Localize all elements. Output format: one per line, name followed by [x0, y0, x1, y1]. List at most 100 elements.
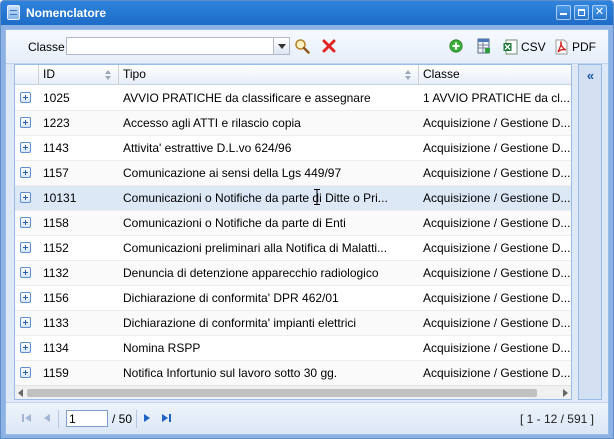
minimize-button[interactable] — [556, 5, 571, 20]
maximize-button[interactable] — [574, 5, 589, 20]
row-expander-plus-icon[interactable] — [20, 192, 31, 203]
window-title: Nomenclatore — [26, 6, 107, 20]
export-csv-button[interactable]: CSV — [503, 38, 546, 56]
columns-grid-icon[interactable] — [477, 38, 491, 54]
row-expander-plus-icon[interactable] — [20, 217, 31, 228]
nomenclatore-grid: ID Tipo Classe 1025 AVVIO PRATICHE da cl… — [14, 64, 572, 400]
cell-id: 1133 — [43, 316, 69, 330]
scrollbar-thumb[interactable] — [27, 389, 537, 397]
column-header-classe-label: Classe — [423, 67, 460, 81]
cell-id: 1134 — [43, 341, 69, 355]
table-row[interactable]: 1132 Denuncia di detenzione apparecchio … — [15, 261, 571, 286]
cell-tipo: Attivita' estrattive D.L.vo 624/96 — [123, 141, 292, 155]
cell-classe: Acquisizione / Gestione D... — [423, 291, 571, 305]
row-expander-plus-icon[interactable] — [20, 117, 31, 128]
add-icon[interactable] — [449, 39, 463, 53]
search-icon[interactable] — [294, 38, 310, 54]
excel-icon — [503, 39, 518, 55]
next-page-icon[interactable] — [144, 413, 152, 423]
row-expander-plus-icon[interactable] — [20, 367, 31, 378]
cell-tipo: Accesso agli ATTI e rilascio copia — [123, 116, 301, 130]
grid-header: ID Tipo Classe — [15, 65, 571, 85]
combo-trigger-chevron-down-icon[interactable] — [273, 38, 289, 54]
cell-id: 1025 — [43, 91, 70, 105]
close-icon: ✕ — [594, 6, 605, 18]
csv-label: CSV — [521, 40, 546, 54]
cell-tipo: Comunicazioni preliminari alla Notifica … — [123, 241, 388, 255]
table-row[interactable]: 1143 Attivita' estrattive D.L.vo 624/96 … — [15, 136, 571, 161]
column-header-id[interactable]: ID — [39, 65, 119, 85]
column-header-tipo-label: Tipo — [123, 67, 146, 81]
table-row[interactable]: 1159 Notifica Infortunio sul lavoro sott… — [15, 361, 571, 386]
table-row[interactable]: 1157 Comunicazione ai sensi della Lgs 44… — [15, 161, 571, 186]
cell-classe: Acquisizione / Gestione D... — [423, 341, 571, 355]
cell-classe: Acquisizione / Gestione D... — [423, 141, 571, 155]
table-row[interactable]: 10131 Comunicazioni o Notifiche da parte… — [15, 186, 571, 211]
row-expander-plus-icon[interactable] — [20, 92, 31, 103]
cell-tipo: Comunicazione ai sensi della Lgs 449/97 — [123, 166, 342, 180]
export-pdf-button[interactable]: PDF — [554, 38, 596, 56]
separator — [58, 410, 59, 428]
first-page-icon[interactable] — [22, 413, 32, 423]
horizontal-scrollbar[interactable] — [15, 385, 571, 399]
previous-page-icon[interactable] — [44, 413, 52, 423]
table-row[interactable]: 1158 Comunicazioni o Notifiche da parte … — [15, 211, 571, 236]
cell-tipo: Comunicazioni o Notifiche da parte di Di… — [123, 191, 388, 205]
cell-id: 1157 — [43, 166, 69, 180]
separator — [136, 410, 137, 428]
row-expander-plus-icon[interactable] — [20, 242, 31, 253]
cell-classe: Acquisizione / Gestione D... — [423, 191, 571, 205]
row-expander-plus-icon[interactable] — [20, 267, 31, 278]
classe-combobox[interactable] — [66, 37, 290, 55]
cell-tipo: Nomina RSPP — [123, 341, 201, 355]
classe-input[interactable] — [67, 38, 273, 54]
last-page-icon[interactable] — [162, 413, 172, 423]
cell-tipo: Dichiarazione di conformita' DPR 462/01 — [123, 291, 339, 305]
table-row[interactable]: 1025 AVVIO PRATICHE da classificare e as… — [15, 86, 571, 111]
toolbar: Classe CSV PDF — [6, 30, 608, 64]
sort-icon — [105, 70, 112, 80]
cell-classe: Acquisizione / Gestione D... — [423, 216, 571, 230]
cell-id: 1152 — [43, 241, 69, 255]
collapsed-side-panel: « — [578, 64, 602, 400]
cell-classe: Acquisizione / Gestione D... — [423, 366, 571, 380]
clear-filter-icon[interactable] — [322, 39, 336, 53]
cell-classe: Acquisizione / Gestione D... — [423, 241, 571, 255]
paging-info: [ 1 - 12 / 591 ] — [519, 412, 594, 426]
column-header-classe[interactable]: Classe — [419, 65, 571, 85]
window-icon — [7, 5, 20, 20]
pdf-label: PDF — [572, 40, 596, 54]
main-panel: Classe CSV PDF ID Tipo Classe 1025 AVVIO… — [5, 29, 609, 435]
scroll-right-arrow-icon[interactable] — [563, 389, 568, 397]
cell-id: 1143 — [43, 141, 69, 155]
close-button[interactable]: ✕ — [592, 5, 607, 20]
table-row[interactable]: 1156 Dichiarazione di conformita' DPR 46… — [15, 286, 571, 311]
table-row[interactable]: 1133 Dichiarazione di conformita' impian… — [15, 311, 571, 336]
title-bar[interactable]: Nomenclatore ✕ — [1, 1, 613, 25]
row-expander-plus-icon[interactable] — [20, 142, 31, 153]
column-header-id-label: ID — [43, 67, 55, 81]
table-row[interactable]: 1152 Comunicazioni preliminari alla Noti… — [15, 236, 571, 261]
row-expander-plus-icon[interactable] — [20, 342, 31, 353]
classe-label: Classe — [28, 40, 65, 54]
cell-tipo: Comunicazioni o Notifiche da parte di En… — [123, 216, 346, 230]
cell-id: 1132 — [43, 266, 69, 280]
pdf-icon — [555, 39, 568, 55]
row-expander-plus-icon[interactable] — [20, 167, 31, 178]
expand-panel-double-chevron-left-icon[interactable]: « — [583, 69, 598, 84]
cell-id: 1156 — [43, 291, 69, 305]
table-row[interactable]: 1223 Accesso agli ATTI e rilascio copia … — [15, 111, 571, 136]
cell-id: 1159 — [43, 366, 69, 380]
table-row[interactable]: 1134 Nomina RSPP Acquisizione / Gestione… — [15, 336, 571, 361]
cell-tipo: AVVIO PRATICHE da classificare e assegna… — [123, 91, 371, 105]
cell-tipo: Dichiarazione di conformita' impianti el… — [123, 316, 357, 330]
cell-classe: Acquisizione / Gestione D... — [423, 316, 571, 330]
column-header-tipo[interactable]: Tipo — [119, 65, 419, 85]
paging-toolbar: / 50 [ 1 - 12 / 591 ] — [6, 402, 608, 434]
row-expander-plus-icon[interactable] — [20, 292, 31, 303]
scroll-left-arrow-icon[interactable] — [18, 389, 23, 397]
page-number-input[interactable] — [66, 410, 108, 427]
row-expander-plus-icon[interactable] — [20, 317, 31, 328]
cell-classe: Acquisizione / Gestione D... — [423, 116, 571, 130]
page-count-text: / 50 — [112, 412, 133, 426]
